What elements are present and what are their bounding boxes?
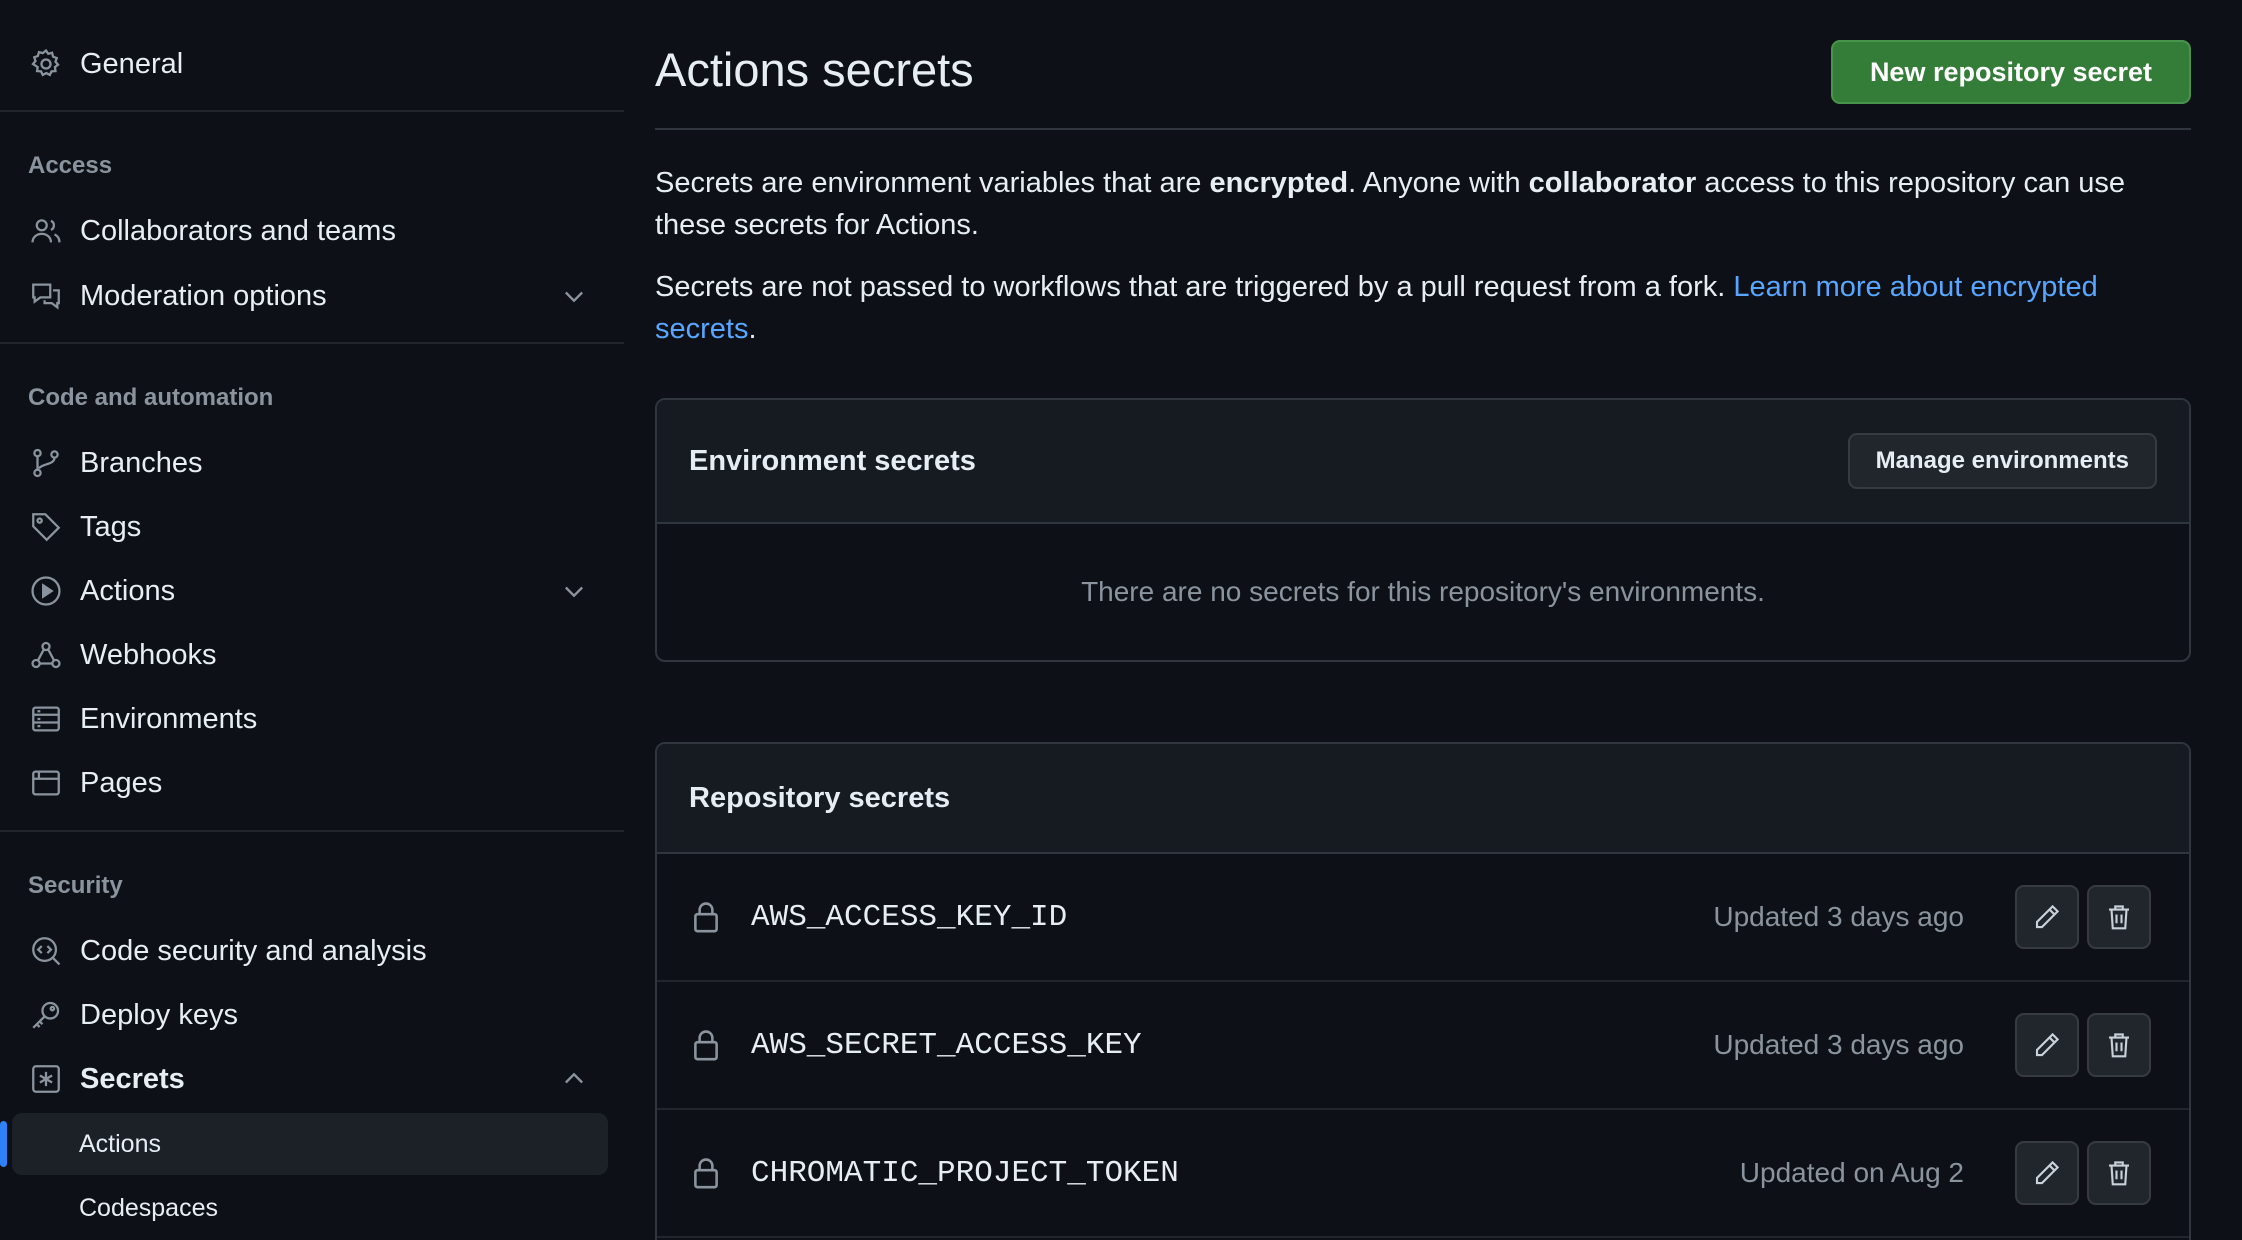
environment-secrets-title: Environment secrets [689,444,976,477]
lock-icon [691,900,721,934]
sidebar-item-label: Actions [80,574,176,607]
edit-secret-button[interactable] [2015,1013,2079,1077]
fork-note-text: Secrets are not passed to workflows that… [655,271,1734,303]
chevron-down-icon[interactable] [560,577,588,605]
secret-row: CHROMATIC_PROJECT_TOKEN Updated on Aug 2 [657,1110,2189,1238]
environment-secrets-header: Environment secrets Manage environments [657,400,2189,524]
comment-discussion-icon [28,278,64,314]
sidebar-item-label: Moderation options [80,279,327,312]
repository-secrets-box: Repository secrets AWS_ACCESS_KEY_ID Upd… [655,742,2191,1240]
sidebar-divider [0,342,624,344]
sidebar-subitem-label: Actions [79,1129,161,1158]
intro-text: Secrets are environment variables that a… [655,167,1210,199]
repository-secrets-title: Repository secrets [689,781,951,814]
people-icon [28,213,64,249]
secret-row: AWS_SECRET_ACCESS_KEY Updated 3 days ago [657,982,2189,1110]
section-label-access: Access [28,152,113,179]
page-title: Actions secrets [655,43,974,96]
sidebar-item-general[interactable]: General [28,36,624,92]
edit-secret-button[interactable] [2015,1141,2079,1205]
sidebar-item-label: Pages [80,766,163,799]
sidebar-item-label: Deploy keys [80,998,238,1031]
play-icon [28,573,64,609]
browser-icon [28,765,64,801]
sidebar-item-branches[interactable]: Branches [28,435,624,491]
secret-row: AWS_ACCESS_KEY_ID Updated 3 days ago [657,854,2189,982]
chevron-down-icon[interactable] [560,282,588,310]
intro-paragraph: Secrets are environment variables that a… [655,162,2191,246]
trash-icon [2109,1161,2129,1186]
lock-icon [691,1028,721,1062]
sidebar-item-label: Webhooks [80,638,217,671]
trash-icon [2109,1033,2129,1058]
webhook-icon [28,637,64,673]
sidebar-divider [0,830,624,832]
environment-secrets-box: Environment secrets Manage environments … [655,398,2191,662]
lock-icon [691,1156,721,1190]
sidebar-item-label: Collaborators and teams [80,214,396,247]
delete-secret-button[interactable] [2087,1141,2151,1205]
intro-text: . Anyone with [1348,167,1529,199]
chevron-up-icon[interactable] [560,1065,588,1093]
sidebar-divider [0,110,624,112]
tag-icon [28,509,64,545]
sidebar-subitem-label: Codespaces [79,1193,218,1222]
trash-icon [2109,905,2129,930]
sidebar-item-label: Tags [80,510,142,543]
intro-emphasis-collaborator: collaborator [1528,167,1697,199]
secret-name: AWS_SECRET_ACCESS_KEY [751,1027,1142,1063]
repository-secrets-header: Repository secrets [657,744,2189,854]
intro-emphasis-encrypted: encrypted [1209,167,1349,199]
fork-note-paragraph: Secrets are not passed to workflows that… [655,266,2191,350]
secret-updated: Updated 3 days ago [1713,901,1964,932]
secret-updated: Updated 3 days ago [1713,1029,1964,1060]
secret-name: AWS_ACCESS_KEY_ID [751,899,1068,935]
sidebar-item-label: Environments [80,702,258,735]
fork-note-end: . [748,313,757,345]
sidebar-subitem-actions[interactable]: Actions [12,1113,608,1175]
delete-secret-button[interactable] [2087,1013,2151,1077]
sidebar-item-code-security[interactable]: Code security and analysis [28,923,624,979]
sidebar-item-webhooks[interactable]: Webhooks [28,627,624,683]
delete-secret-button[interactable] [2087,885,2151,949]
pencil-icon [2035,1032,2060,1057]
git-branch-icon [28,445,64,481]
section-label-code-automation: Code and automation [28,384,274,411]
sidebar-item-deploy-keys[interactable]: Deploy keys [28,987,624,1043]
secret-name: CHROMATIC_PROJECT_TOKEN [751,1155,1179,1191]
sidebar-item-environments[interactable]: Environments [28,691,624,747]
sidebar-item-label: Code security and analysis [80,934,427,967]
active-indicator [0,1121,7,1167]
sidebar-subitem-codespaces[interactable]: Codespaces [12,1177,608,1239]
key-icon [28,997,64,1033]
sidebar-item-actions[interactable]: Actions [28,563,624,619]
edit-secret-button[interactable] [2015,885,2079,949]
sidebar-item-label: General [80,47,184,80]
environment-secrets-empty-message: There are no secrets for this repository… [1081,576,1765,607]
sidebar-item-collaborators[interactable]: Collaborators and teams [28,203,624,259]
pencil-icon [2035,1160,2060,1185]
gear-icon [28,46,64,82]
pencil-icon [2035,904,2060,929]
sidebar-item-pages[interactable]: Pages [28,755,624,811]
new-repository-secret-button[interactable]: New repository secret [1831,40,2191,104]
asterisk-icon [28,1061,64,1097]
secret-updated: Updated on Aug 2 [1739,1157,1964,1188]
sidebar-item-moderation[interactable]: Moderation options [28,268,624,324]
manage-environments-button[interactable]: Manage environments [1847,433,2157,489]
server-icon [28,701,64,737]
codescan-icon [28,933,64,969]
title-divider [655,128,2191,130]
section-label-security: Security [28,872,123,899]
sidebar-item-secrets[interactable]: Secrets [28,1051,624,1107]
sidebar-item-tags[interactable]: Tags [28,499,624,555]
main-content: Actions secrets New repository secret Se… [655,0,2191,1240]
settings-sidebar: General Access Collaborators and teams M… [0,0,624,1240]
sidebar-item-label: Branches [80,446,203,479]
sidebar-item-label: Secrets [80,1062,185,1095]
